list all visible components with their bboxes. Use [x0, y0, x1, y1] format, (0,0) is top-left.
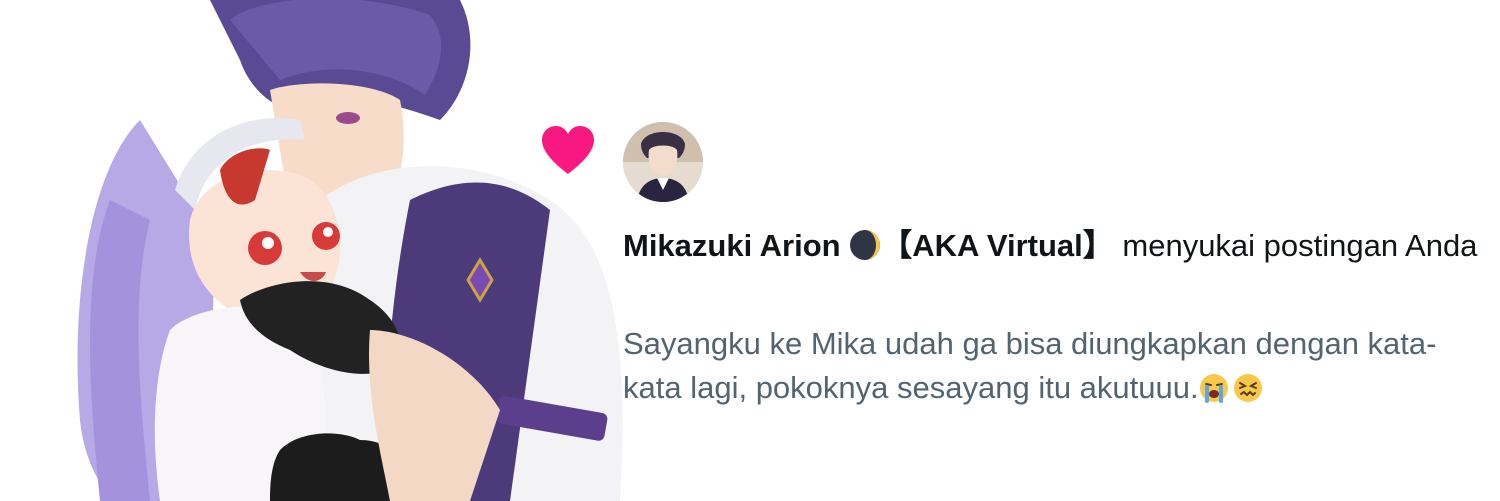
- avatar-portrait: [623, 122, 703, 202]
- confounded-face-emoji-icon: [1233, 374, 1262, 402]
- notification-text: Mikazuki Arion 【AKA Virtual】 menyukai po…: [623, 222, 1493, 270]
- heart-icon: [542, 126, 594, 174]
- user-name[interactable]: Mikazuki Arion: [623, 228, 841, 263]
- user-avatar[interactable]: [623, 122, 703, 202]
- action-text: menyukai postingan Anda: [1122, 228, 1478, 263]
- anime-couple-illustration: [77, 0, 623, 501]
- loudly-crying-face-emoji-icon: [1199, 374, 1228, 403]
- post-preview[interactable]: Sayangku ke Mika udah ga bisa diungkapka…: [623, 322, 1493, 410]
- user-tag[interactable]: 【AKA Virtual】: [881, 228, 1114, 263]
- post-text: Sayangku ke Mika udah ga bisa diungkapka…: [623, 326, 1437, 405]
- moon-emoji-icon: [850, 230, 881, 260]
